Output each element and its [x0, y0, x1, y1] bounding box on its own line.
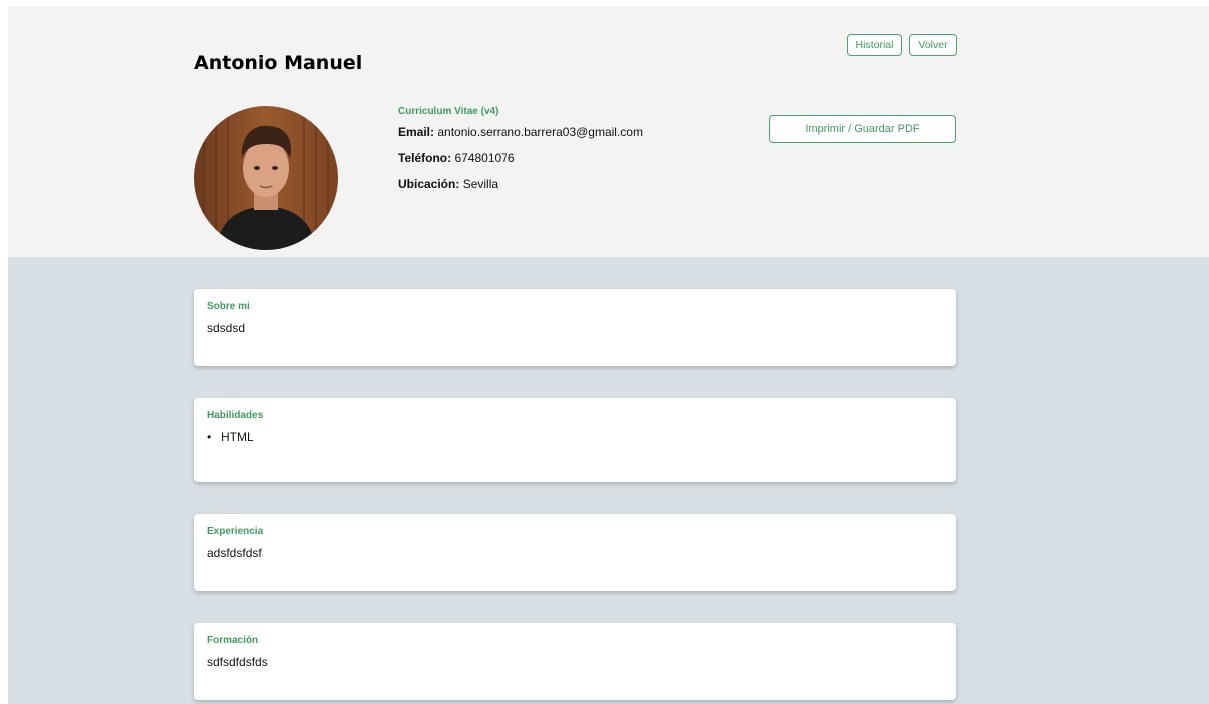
skill-item: • HTML — [207, 430, 943, 444]
profile-header: Antonio Manuel Historial Volver Curricul… — [8, 6, 1209, 257]
email-row: Email: antonio.serrano.barrera03@gmail.c… — [398, 125, 643, 151]
location-value: Sevilla — [462, 177, 499, 191]
cv-title: Curriculum Vitae (v4) — [398, 106, 499, 117]
section-education-text: sdfsdfdsfds — [207, 655, 268, 669]
profile-name: Antonio Manuel — [194, 52, 363, 74]
section-about-text: sdsdsd — [207, 321, 246, 335]
section-education-title: Formación — [207, 635, 259, 646]
section-education: Formación sdfsdfdsfds — [194, 623, 956, 700]
phone-label: Teléfono: — [398, 151, 452, 165]
skill-label: HTML — [221, 430, 254, 444]
email-label: Email: — [398, 125, 435, 139]
print-pdf-button[interactable]: Imprimir / Guardar PDF — [769, 115, 956, 143]
volver-button[interactable]: Volver — [909, 34, 957, 56]
skills-list: • HTML — [207, 430, 943, 444]
section-about: Sobre mi sdsdsd — [194, 289, 956, 366]
section-skills-title: Habilidades — [207, 410, 264, 421]
contact-info: Curriculum Vitae (v4) Email: antonio.ser… — [398, 106, 643, 203]
historial-button[interactable]: Historial — [847, 34, 902, 56]
section-experience: Experiencia adsfdsfdsf — [194, 514, 956, 591]
location-row: Ubicación: Sevilla — [398, 177, 643, 203]
bullet-icon: • — [207, 430, 212, 444]
avatar-photo — [194, 106, 338, 250]
section-experience-title: Experiencia — [207, 526, 264, 537]
section-skills: Habilidades • HTML — [194, 398, 956, 482]
email-value: antonio.serrano.barrera03@gmail.com — [437, 125, 643, 139]
phone-value: 674801076 — [454, 151, 515, 165]
sections-area: Sobre mi sdsdsd Habilidades • HTML Experi… — [8, 257, 1209, 704]
avatar — [194, 106, 338, 250]
location-label: Ubicación: — [398, 177, 460, 191]
section-about-title: Sobre mi — [207, 301, 250, 312]
page-frame: Antonio Manuel Historial Volver Curricul… — [8, 6, 1209, 704]
section-experience-text: adsfdsfdsf — [207, 546, 262, 560]
phone-row: Teléfono: 674801076 — [398, 151, 643, 177]
